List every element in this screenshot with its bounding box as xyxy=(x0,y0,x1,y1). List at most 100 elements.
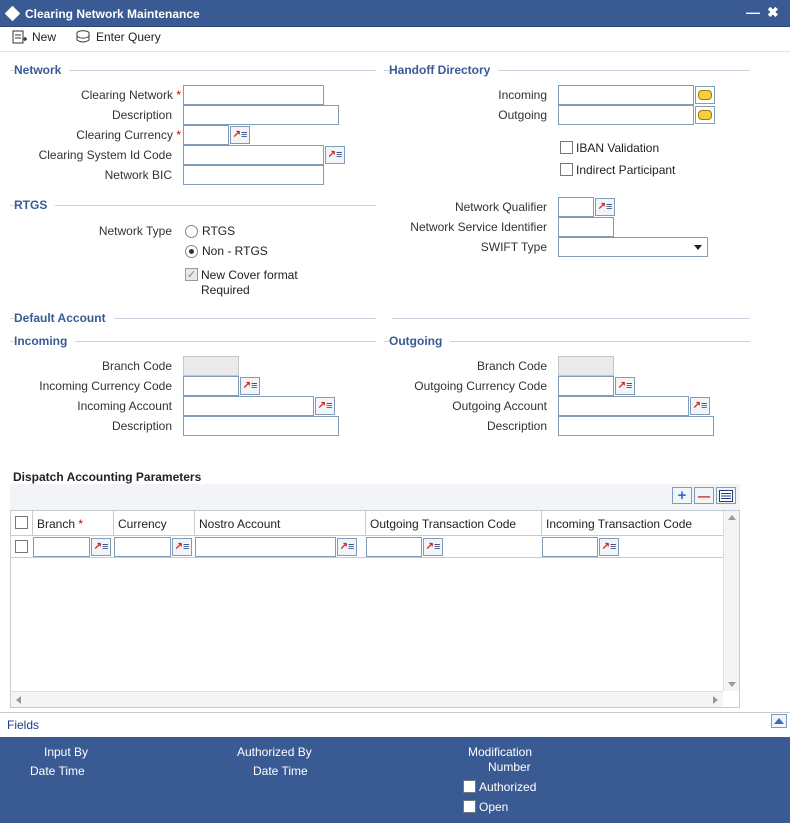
incoming-directory-input[interactable] xyxy=(558,85,694,105)
outgoing-account-label: Outgoing Account xyxy=(452,399,547,413)
row-incoming-code-input[interactable] xyxy=(542,537,598,557)
query-icon xyxy=(76,30,90,43)
row-branch-lov-icon[interactable]: ↗ ≡ xyxy=(91,538,111,556)
delete-row-button[interactable]: — xyxy=(694,487,714,504)
clearing-currency-label: Clearing Currency * xyxy=(76,128,181,142)
collapse-button[interactable] xyxy=(771,714,787,728)
outgoing-directory-input[interactable] xyxy=(558,105,694,125)
new-cover-format-checkbox[interactable] xyxy=(185,268,198,281)
incoming-currency-lov-icon[interactable]: ↗ ≡ xyxy=(240,377,260,395)
network-qualifier-lov-icon[interactable]: ↗ ≡ xyxy=(595,198,615,216)
indirect-participant-label: Indirect Participant xyxy=(576,163,676,177)
incoming-currency-input[interactable] xyxy=(183,376,239,396)
outgoing-branch-label: Branch Code xyxy=(476,359,547,373)
clearing-system-id-lov-icon[interactable]: ↗ ≡ xyxy=(325,146,345,164)
outgoing-description-input[interactable] xyxy=(558,416,714,436)
row-outgoing-code-lov-icon[interactable]: ↗ ≡ xyxy=(423,538,443,556)
input-by-label: Input By xyxy=(44,745,89,759)
iban-validation-checkbox[interactable] xyxy=(560,141,573,154)
clearing-currency-input[interactable] xyxy=(183,125,229,145)
network-qualifier-label: Network Qualifier xyxy=(454,200,547,214)
fields-bar: Fields xyxy=(0,712,790,737)
row-nostro-input[interactable] xyxy=(195,537,336,557)
iban-validation-label: IBAN Validation xyxy=(576,141,660,155)
description-input[interactable] xyxy=(183,105,339,125)
clearing-currency-lov-icon[interactable]: ↗ ≡ xyxy=(230,126,250,144)
single-view-button[interactable] xyxy=(716,487,736,504)
enter-query-label: Enter Query xyxy=(96,30,161,44)
row-outgoing-code-input[interactable] xyxy=(366,537,422,557)
incoming-directory-chat-icon[interactable] xyxy=(695,86,715,104)
new-cover-format-label: New Cover format Required xyxy=(201,268,298,297)
network-service-label: Network Service Identifier xyxy=(410,220,547,234)
window-title: Clearing Network Maintenance xyxy=(25,7,200,21)
incoming-branch-label: Branch Code xyxy=(101,359,172,373)
incoming-account-lov-icon[interactable]: ↗ ≡ xyxy=(315,397,335,415)
app-diamond-icon xyxy=(4,5,21,22)
dispatch-toolbar-bg xyxy=(10,484,740,510)
default-account-rule-right xyxy=(392,318,750,319)
non-rtgs-radio[interactable] xyxy=(185,245,198,258)
rtgs-radio[interactable] xyxy=(185,225,198,238)
network-service-input[interactable] xyxy=(558,217,614,237)
dispatch-grid: Branch * Currency Nostro Account Outgoin… xyxy=(10,510,740,708)
window-titlebar: Clearing Network Maintenance — ✖ xyxy=(0,0,790,27)
outgoing-account-input[interactable] xyxy=(558,396,689,416)
open-label: Open xyxy=(479,800,509,814)
grid-horizontal-scrollbar[interactable] xyxy=(11,691,723,707)
new-button[interactable]: New xyxy=(12,30,56,44)
new-document-icon xyxy=(12,30,27,44)
network-bic-label: Network BIC xyxy=(104,168,172,182)
network-bic-input[interactable] xyxy=(183,165,324,185)
row-currency-lov-icon[interactable]: ↗ ≡ xyxy=(172,538,192,556)
header-nostro-account: Nostro Account xyxy=(195,511,366,536)
default-account-heading: Default Account xyxy=(14,311,114,325)
open-checkbox[interactable] xyxy=(463,800,476,813)
auth-date-time-label: Date Time xyxy=(253,764,308,778)
clearing-system-id-input[interactable] xyxy=(183,145,324,165)
row-branch-input[interactable] xyxy=(33,537,90,557)
swift-type-select[interactable] xyxy=(558,237,708,257)
row-currency-input[interactable] xyxy=(114,537,171,557)
clearing-network-input[interactable] xyxy=(183,85,324,105)
toolbar: New Enter Query xyxy=(0,27,790,52)
incoming-currency-label: Incoming Currency Code xyxy=(39,379,172,393)
clearing-network-label: Clearing Network * xyxy=(80,88,181,102)
close-icon[interactable]: ✖ xyxy=(767,4,779,21)
enter-query-button[interactable]: Enter Query xyxy=(76,30,161,44)
scroll-up-icon[interactable] xyxy=(728,515,736,520)
grid-vertical-scrollbar[interactable] xyxy=(723,511,739,691)
select-all-checkbox[interactable] xyxy=(15,516,28,529)
incoming-directory-label: Incoming xyxy=(498,88,547,102)
outgoing-currency-label: Outgoing Currency Code xyxy=(414,379,547,393)
incoming-account-label: Incoming Account xyxy=(77,399,172,413)
outgoing-directory-label: Outgoing xyxy=(498,108,547,122)
chevron-down-icon xyxy=(694,245,702,250)
clearing-system-id-label: Clearing System Id Code xyxy=(38,148,172,162)
outgoing-currency-lov-icon[interactable]: ↗ ≡ xyxy=(615,377,635,395)
row-nostro-lov-icon[interactable]: ↗ ≡ xyxy=(337,538,357,556)
add-row-button[interactable]: + xyxy=(672,487,692,504)
incoming-account-heading: Incoming xyxy=(14,334,76,348)
outgoing-currency-input[interactable] xyxy=(558,376,614,396)
outgoing-directory-chat-icon[interactable] xyxy=(695,106,715,124)
header-branch: Branch * xyxy=(33,511,114,536)
scroll-left-icon[interactable] xyxy=(16,696,21,704)
authorized-by-label: Authorized By xyxy=(237,745,312,759)
list-icon xyxy=(719,489,733,502)
row-incoming-code-lov-icon[interactable]: ↗ ≡ xyxy=(599,538,619,556)
indirect-participant-checkbox[interactable] xyxy=(560,163,573,176)
row-select-checkbox[interactable] xyxy=(15,540,28,553)
minimize-icon[interactable]: — xyxy=(746,4,760,20)
rtgs-rule xyxy=(10,205,376,206)
scroll-down-icon[interactable] xyxy=(728,682,736,687)
network-qualifier-input[interactable] xyxy=(558,197,594,217)
swift-type-label: SWIFT Type xyxy=(480,240,547,254)
scroll-right-icon[interactable] xyxy=(713,696,718,704)
incoming-description-input[interactable] xyxy=(183,416,339,436)
outgoing-account-lov-icon[interactable]: ↗ ≡ xyxy=(690,397,710,415)
incoming-account-input[interactable] xyxy=(183,396,314,416)
fields-link[interactable]: Fields xyxy=(7,718,39,732)
authorized-checkbox[interactable] xyxy=(463,780,476,793)
outgoing-account-heading: Outgoing xyxy=(389,334,451,348)
